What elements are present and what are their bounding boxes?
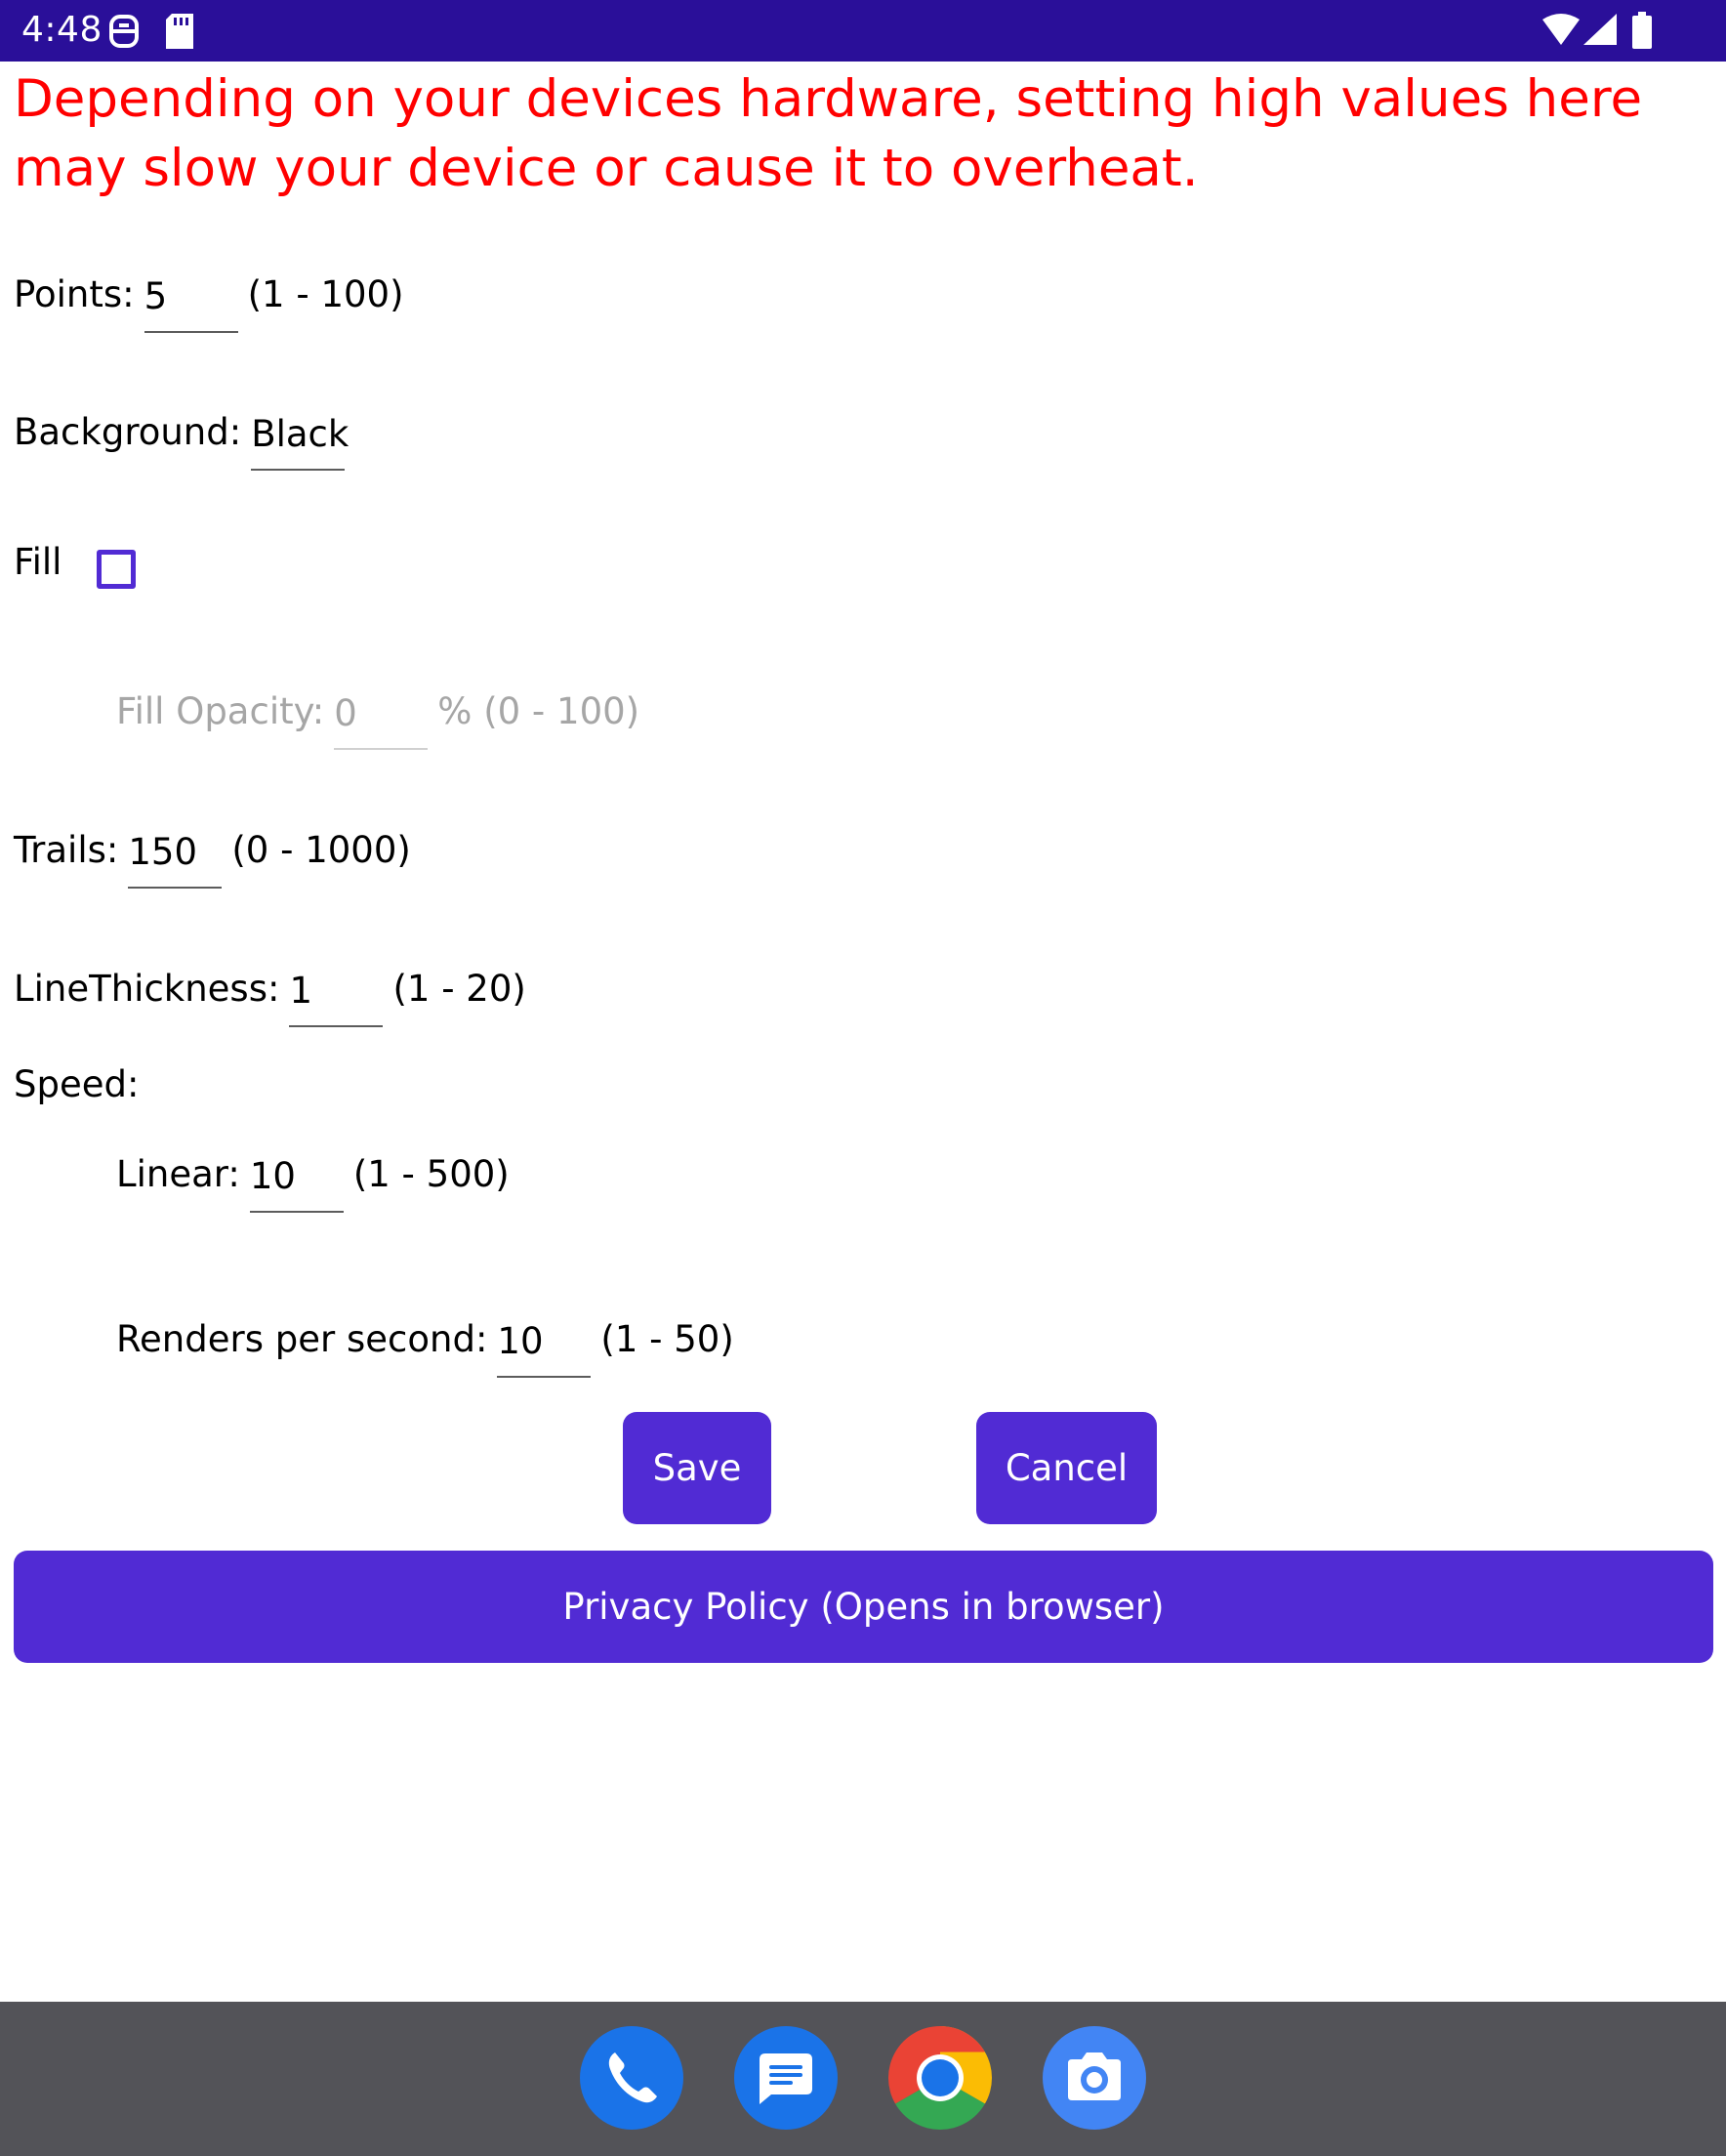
warning-text: Depending on your devices hardware, sett… [14, 69, 1643, 198]
wifi-icon [1542, 14, 1580, 45]
points-row: Points: 5 (1 - 100) [14, 261, 404, 333]
line-thickness-row: LineThickness: 1 (1 - 20) [14, 955, 526, 1027]
chrome-icon[interactable] [888, 2026, 992, 2130]
linear-range: (1 - 500) [352, 1153, 510, 1195]
line-thickness-label: LineThickness: [14, 968, 280, 1010]
sim-security-icon [109, 15, 139, 48]
linear-input[interactable]: 10 [249, 1154, 344, 1213]
points-input[interactable]: 5 [144, 274, 238, 333]
trails-input[interactable]: 150 [128, 830, 223, 889]
fill-checkbox[interactable] [97, 550, 137, 589]
fill-opacity-label: Fill Opacity: [116, 690, 325, 732]
status-bar: 4:48 [0, 0, 1726, 62]
line-thickness-input[interactable]: 1 [289, 969, 384, 1027]
speed-label: Speed: [14, 1063, 140, 1105]
linear-row: Linear: 10 (1 - 500) [116, 1140, 510, 1213]
trails-range: (0 - 1000) [231, 829, 411, 871]
trails-row: Trails: 150 (0 - 1000) [14, 816, 411, 889]
points-label: Points: [14, 273, 135, 315]
messages-icon[interactable] [734, 2026, 838, 2130]
fill-label: Fill [14, 541, 62, 583]
renders-row: Renders per second: 10 (1 - 50) [116, 1306, 734, 1378]
trails-label: Trails: [14, 829, 119, 871]
battery-icon [1632, 12, 1652, 49]
line-thickness-range: (1 - 20) [392, 968, 526, 1010]
app-dock [0, 2002, 1726, 2156]
renders-input[interactable]: 10 [497, 1319, 592, 1378]
sd-card-icon [166, 14, 193, 49]
fill-opacity-range: % (0 - 100) [437, 690, 640, 732]
background-label: Background: [14, 411, 242, 453]
speed-row: Speed: [14, 1060, 139, 1109]
background-row: Background: Black [14, 398, 354, 471]
cancel-button[interactable]: Cancel [976, 1412, 1157, 1524]
fill-row: Fill [14, 538, 137, 589]
background-picker[interactable]: Black [251, 412, 349, 471]
status-time: 4:48 [21, 10, 103, 50]
privacy-policy-button[interactable]: Privacy Policy (Opens in browser) [14, 1551, 1713, 1663]
fill-opacity-row: Fill Opacity: 0 % (0 - 100) [116, 678, 640, 750]
save-button[interactable]: Save [623, 1412, 771, 1524]
fill-opacity-input[interactable]: 0 [334, 691, 429, 750]
phone-icon[interactable] [580, 2026, 683, 2130]
renders-range: (1 - 50) [600, 1318, 734, 1360]
cell-signal-icon [1583, 14, 1617, 45]
renders-label: Renders per second: [116, 1318, 488, 1360]
linear-label: Linear: [116, 1153, 240, 1195]
camera-icon[interactable] [1043, 2026, 1146, 2130]
points-range: (1 - 100) [247, 273, 404, 315]
